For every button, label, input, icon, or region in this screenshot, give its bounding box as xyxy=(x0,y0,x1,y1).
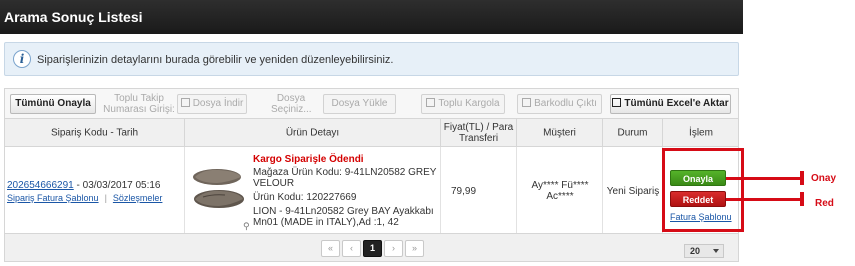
customer-line1: Ay**** Fü**** xyxy=(531,180,589,191)
bulk-cargo-label: Toplu Kargola xyxy=(438,98,500,109)
order-date: - 03/03/2017 05:16 xyxy=(76,180,161,191)
title-bar: Arama Sonuç Listesi xyxy=(0,0,743,34)
highlight-box xyxy=(662,148,744,232)
page-1-button[interactable]: 1 xyxy=(363,240,382,257)
table-header: Sipariş Kodu - Tarih Ürün Detayı Fiyat(T… xyxy=(4,118,739,147)
order-code-link[interactable]: 202654666291 xyxy=(7,180,74,191)
export-excel-label: Tümünü Excel'e Aktar xyxy=(624,98,729,109)
price-value: 79,99 xyxy=(451,186,477,197)
column-customer[interactable]: Müşteri xyxy=(517,119,603,146)
cargo-icon xyxy=(426,98,436,107)
chevron-down-icon xyxy=(713,249,719,253)
bulk-tracking-label: Toplu Takip Numarası Girişi: xyxy=(103,93,175,115)
product-title: Kargo Siparişle Ödendi xyxy=(253,154,364,165)
contracts-link[interactable]: Sözleşmeler xyxy=(113,193,163,203)
choose-file-label: Dosya Seçiniz... xyxy=(271,93,312,115)
reject-arrow xyxy=(726,198,804,201)
invoice-template-link[interactable]: Sipariş Fatura Şablonu xyxy=(7,193,99,203)
zoom-icon[interactable]: ⚲ xyxy=(243,221,250,232)
last-page-button[interactable]: » xyxy=(405,240,424,257)
column-order[interactable]: Sipariş Kodu - Tarih xyxy=(5,119,185,146)
column-status[interactable]: Durum xyxy=(603,119,663,146)
pagination: « ‹ 1 › » xyxy=(4,234,739,262)
product-code: Ürün Kodu: 120227669 xyxy=(253,192,357,203)
per-page-select[interactable]: 20 xyxy=(684,244,724,258)
product-cell: ⚲ Kargo Siparişle Ödendi Mağaza Ürün Kod… xyxy=(185,147,441,233)
product-desc-cont: Mn01 (MADE in ITALY),Ad :1, 42 xyxy=(253,217,399,228)
reject-annotation: Red xyxy=(815,198,834,209)
download-icon xyxy=(180,98,190,107)
info-message: i Siparişlerinizin detaylarını burada gö… xyxy=(4,42,739,76)
first-page-button[interactable]: « xyxy=(321,240,340,257)
toolbar: Tümünü Onayla Toplu Takip Numarası Giriş… xyxy=(4,88,739,118)
order-cell: 202654666291 - 03/03/2017 05:16 Sipariş … xyxy=(5,147,185,233)
file-download-label: Dosya İndir xyxy=(192,98,244,109)
info-icon: i xyxy=(13,50,31,68)
file-download-button[interactable]: Dosya İndir xyxy=(177,94,247,114)
next-page-button[interactable]: › xyxy=(384,240,403,257)
approve-arrow xyxy=(726,177,804,180)
export-icon xyxy=(612,98,622,107)
customer-line2: Ac**** xyxy=(546,191,574,202)
approve-all-button[interactable]: Tümünü Onayla xyxy=(10,94,96,114)
approve-arrow-head xyxy=(800,171,804,185)
column-action: İşlem xyxy=(689,127,713,138)
store-code-cont: VELOUR xyxy=(253,178,295,189)
print-icon xyxy=(522,98,532,107)
bulk-cargo-button[interactable]: Toplu Kargola xyxy=(421,94,505,114)
status-text: Yeni Sipariş xyxy=(606,186,660,197)
barcode-print-button[interactable]: Barkodlu Çıktı xyxy=(517,94,602,114)
store-code: Mağaza Ürün Kodu: 9-41LN20582 GREY xyxy=(253,167,437,178)
prev-page-button[interactable]: ‹ xyxy=(342,240,361,257)
info-text: Siparişlerinizin detaylarını burada göre… xyxy=(37,54,394,66)
product-desc: LION - 9-41Ln20582 Grey BAY Ayakkabı xyxy=(253,206,434,217)
approve-annotation: Onay xyxy=(811,173,837,184)
page-title: Arama Sonuç Listesi xyxy=(4,9,143,25)
customer-name: Ay**** Fü**** Ac**** xyxy=(517,180,603,202)
per-page-value: 20 xyxy=(690,246,701,256)
table-row: 202654666291 - 03/03/2017 05:16 Sipariş … xyxy=(4,147,739,234)
product-image[interactable] xyxy=(189,157,245,217)
file-upload-button[interactable]: Dosya Yükle xyxy=(323,94,396,114)
reject-arrow-head xyxy=(800,192,804,206)
column-price[interactable]: Fiyat(TL) / Para Transferi xyxy=(441,119,517,146)
export-excel-button[interactable]: Tümünü Excel'e Aktar xyxy=(610,94,731,114)
barcode-print-label: Barkodlu Çıktı xyxy=(534,98,597,109)
column-product[interactable]: Ürün Detayı xyxy=(185,119,441,146)
